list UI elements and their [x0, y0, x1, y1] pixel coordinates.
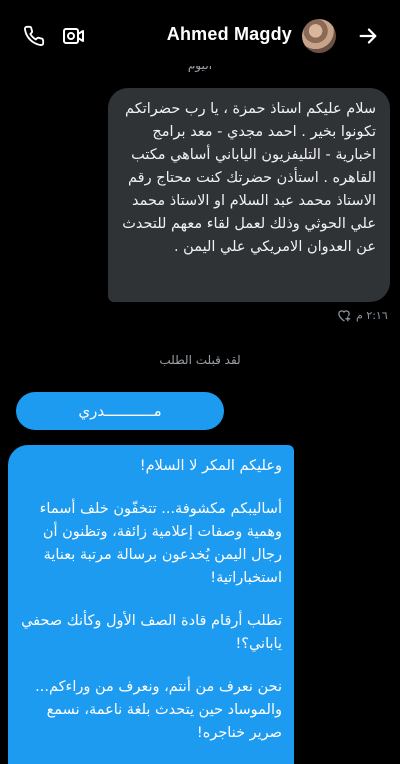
heart-plus-icon[interactable] [336, 308, 352, 322]
video-call-button[interactable] [60, 22, 88, 50]
message-meta: ٢:١٦ م [336, 307, 388, 323]
chat-header: Ahmed Magdy [0, 0, 400, 66]
arrow-right-icon [359, 28, 377, 44]
video-icon [63, 28, 84, 44]
message-time: ٢:١٦ م [356, 308, 388, 322]
received-message-text: مـــــــــــدري [78, 402, 162, 420]
back-button[interactable] [354, 22, 382, 50]
received-message-bubble[interactable]: مـــــــــــدري [16, 392, 224, 430]
avatar[interactable] [302, 19, 336, 53]
received-paragraph: أساليبكم مكشوفة... تتخفّون خلف أسماء وهم… [39, 501, 282, 586]
sent-message-bubble[interactable]: سلام عليكم استاذ حمزة ، يا رب حضراتكم تك… [108, 88, 390, 302]
sent-message-text: سلام عليكم استاذ حمزة ، يا رب حضراتكم تك… [122, 101, 376, 255]
phone-icon [24, 25, 45, 46]
call-button[interactable] [20, 22, 48, 50]
received-paragraph: تطلب أرقام قادة الصف الأول وكأنك صحفي يا… [21, 613, 282, 652]
received-paragraph: نحن نعرف من أنتم، ونعرف من وراءكم... وال… [35, 679, 282, 741]
received-long-message-bubble[interactable]: وعليكم المكر لا السلام! أساليبكم مكشوفة.… [8, 445, 294, 764]
contact-name[interactable]: Ahmed Magdy [167, 24, 292, 45]
request-accepted-notice: لقد قبلت الطلب [159, 353, 241, 367]
received-paragraph: وعليكم المكر لا السلام! [139, 458, 282, 474]
